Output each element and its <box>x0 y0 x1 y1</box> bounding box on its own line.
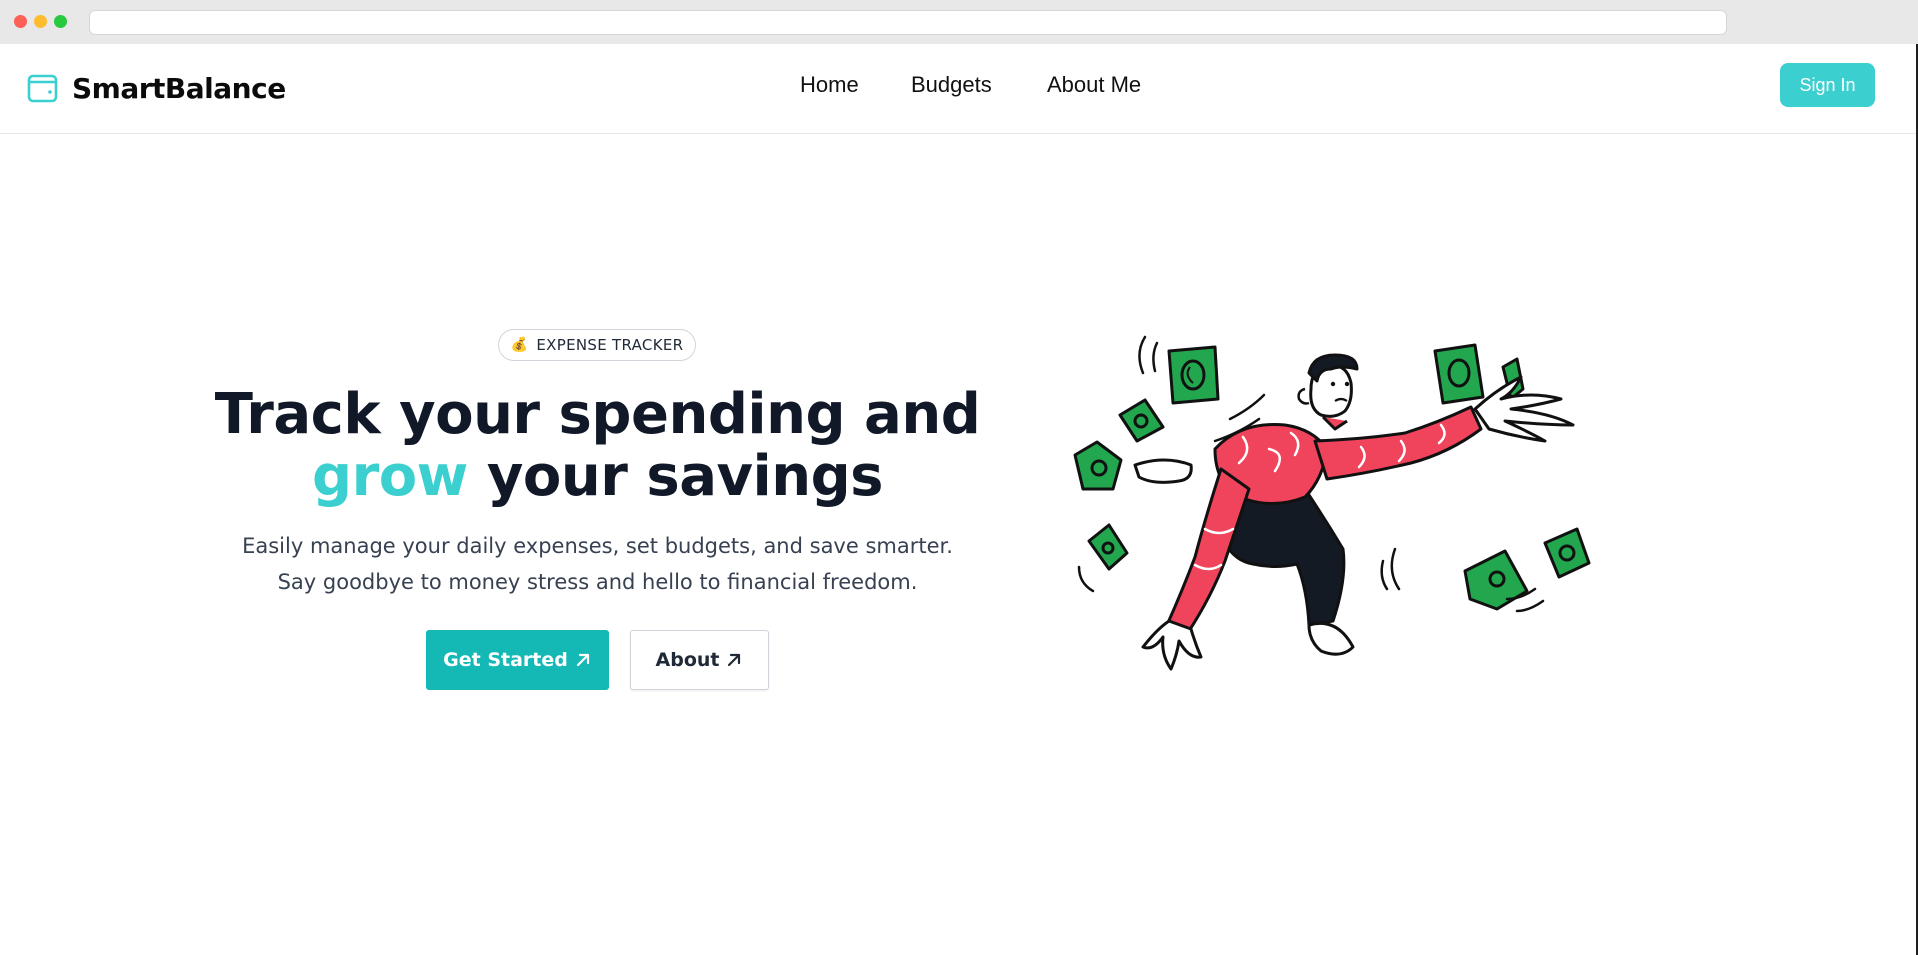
arrow-up-right-icon <box>728 653 741 667</box>
money-bill-icon <box>1118 398 1165 443</box>
sign-in-button[interactable]: Sign In <box>1780 63 1875 107</box>
minimize-window-button[interactable] <box>34 15 47 28</box>
brand[interactable]: SmartBalance <box>26 68 286 108</box>
money-bill-icon <box>1087 523 1129 571</box>
page: SmartBalance Home Budgets About Me Sign … <box>0 44 1916 955</box>
wallet-icon <box>27 74 58 103</box>
arrow-up-right-icon <box>576 653 589 667</box>
about-button[interactable]: About <box>630 630 769 690</box>
close-window-button[interactable] <box>14 15 27 28</box>
get-started-label: Get Started <box>443 649 568 671</box>
headline-line1: Track your spending and <box>214 382 981 447</box>
money-bill-icon <box>1543 527 1591 579</box>
nav-link-about-me[interactable]: About Me <box>1047 72 1141 98</box>
money-bag-icon: 💰 <box>510 337 529 353</box>
maximize-window-button[interactable] <box>54 15 67 28</box>
hero-subtitle: Easily manage your daily expenses, set b… <box>242 534 953 594</box>
nav-link-home[interactable]: Home <box>800 72 859 98</box>
address-bar[interactable] <box>89 10 1727 35</box>
nav-link-budgets[interactable]: Budgets <box>911 72 992 98</box>
brand-name: SmartBalance <box>72 71 286 105</box>
navbar: SmartBalance Home Budgets About Me Sign … <box>0 44 1916 134</box>
hero-headline: Track your spending and grow your saving… <box>200 384 995 508</box>
about-label: About <box>655 649 720 671</box>
get-started-button[interactable]: Get Started <box>426 630 609 690</box>
money-bill-icon <box>1073 440 1123 491</box>
headline-line2: your savings <box>467 444 884 509</box>
money-bill-icon <box>1463 549 1529 611</box>
headline-accent: grow <box>312 444 468 509</box>
hero-badge: 💰 EXPENSE TRACKER <box>498 329 696 361</box>
money-bill-icon <box>1167 345 1220 405</box>
badge-label: EXPENSE TRACKER <box>536 336 684 354</box>
person-throwing-money-illustration <box>1073 335 1591 671</box>
browser-chrome <box>0 0 1918 44</box>
money-bill-icon <box>1433 343 1485 405</box>
